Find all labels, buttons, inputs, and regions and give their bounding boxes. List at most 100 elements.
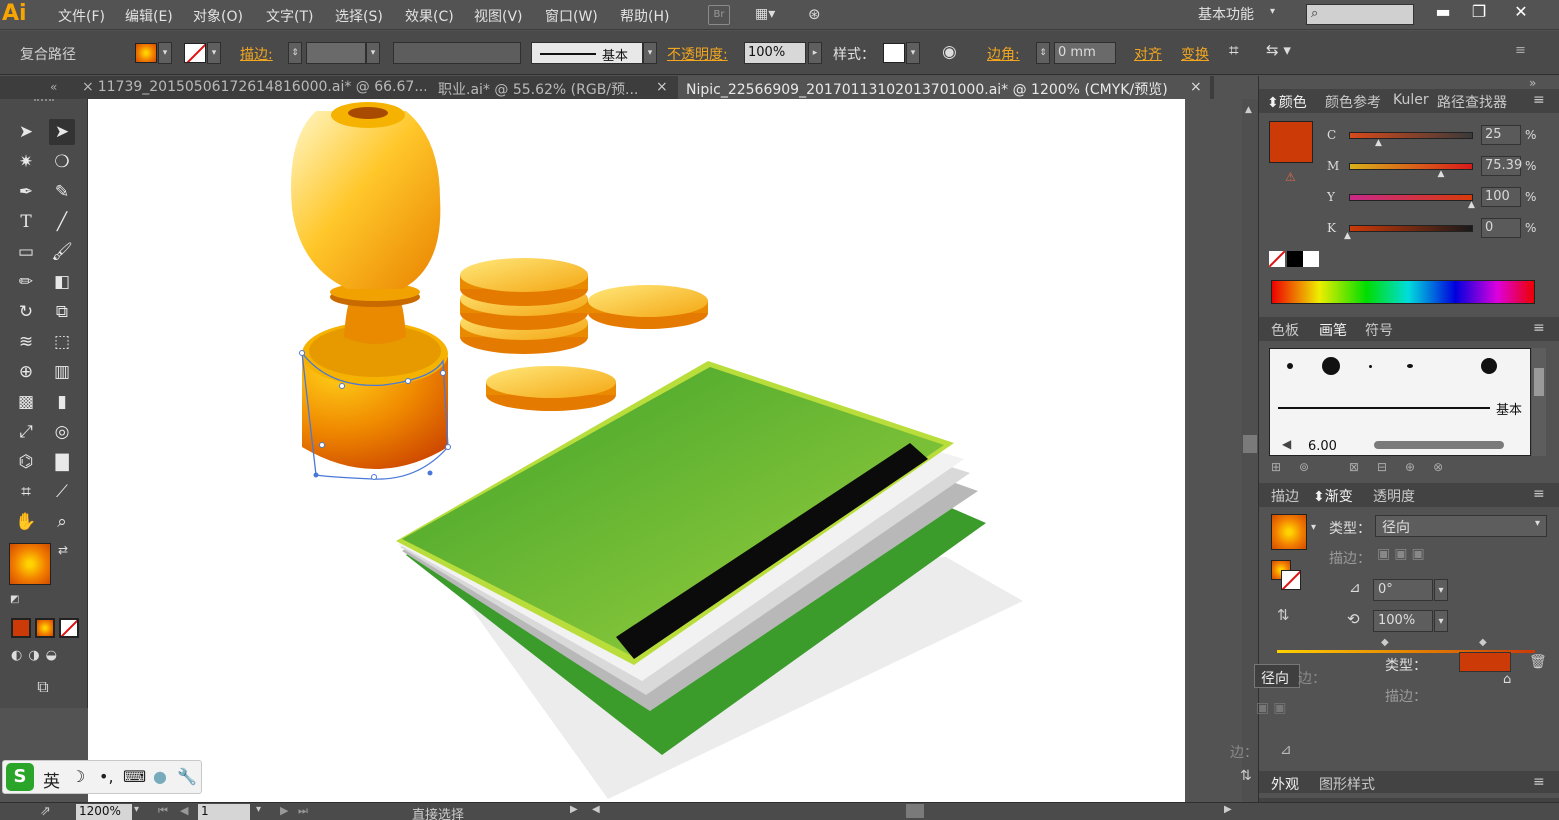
menu-window[interactable]: 窗口(W) [545, 6, 598, 26]
panel-menu-icon[interactable]: ≡ [1533, 92, 1545, 108]
workspace-switcher[interactable]: 基本功能 [1198, 4, 1254, 24]
help-search-input[interactable]: ⌕ [1306, 4, 1414, 25]
tab-close-icon[interactable]: × [656, 79, 668, 95]
symbol-sprayer-tool-icon[interactable]: ⌬ [13, 449, 39, 475]
gradient-ratio-input[interactable]: 100% [1373, 610, 1433, 632]
settings-wrench-icon[interactable]: 🔧 [177, 767, 197, 786]
brush-dot-large[interactable] [1322, 357, 1340, 375]
artboard-number-input[interactable]: 1 [198, 804, 250, 820]
variable-width-profile[interactable] [393, 42, 521, 64]
brush-library[interactable]: 基本 ◀ 6.00 [1269, 348, 1531, 456]
horizontal-scroll-thumb[interactable] [906, 804, 924, 818]
close-window-button[interactable]: ✕ [1502, 2, 1540, 24]
align-link[interactable]: 对齐 [1134, 44, 1162, 64]
menu-type[interactable]: 文字(T) [266, 6, 313, 26]
collapse-dock-icon[interactable]: » [1529, 76, 1536, 90]
brush-stroke-sample[interactable] [1374, 441, 1504, 449]
next-artboard-icon[interactable]: ▶ [280, 804, 288, 817]
brush-basic-line[interactable] [1278, 407, 1490, 409]
rotate-tool-icon[interactable]: ↻ [13, 299, 39, 325]
scale-tool-icon[interactable]: ⧉ [49, 299, 75, 325]
paintbrush-tool-icon[interactable]: 🖌 [49, 239, 75, 265]
scroll-up-icon[interactable]: ▲ [1245, 105, 1252, 115]
artboard-canvas[interactable] [88, 99, 1185, 802]
rectangle-tool-icon[interactable]: ▭ [13, 239, 39, 265]
none-color-swatch[interactable] [1269, 251, 1285, 267]
arrange-documents-icon[interactable]: ▦▾ [755, 6, 787, 24]
opacity-input[interactable]: 100% [744, 42, 806, 64]
brush-scrollbar[interactable] [1532, 348, 1546, 456]
graphic-style-dropdown[interactable]: ▾ [906, 42, 920, 64]
vertical-scrollbar[interactable]: ▲ [1242, 99, 1258, 802]
user-icon[interactable]: ● [153, 767, 167, 786]
pencil-tool-icon[interactable]: ✏ [13, 269, 39, 295]
opacity-arrow-button[interactable]: ▸ [808, 42, 822, 64]
free-transform-tool-icon[interactable]: ⬚ [49, 329, 75, 355]
minimize-button[interactable]: ▬ [1424, 2, 1462, 24]
default-colors-icon[interactable]: ◩ [10, 594, 22, 606]
ime-mode-toggle[interactable]: 英 [43, 767, 60, 792]
tab-document-2[interactable]: 职业.ai* @ 55.62% (RGB/预... [430, 76, 674, 99]
tab-stroke[interactable]: 描边 [1271, 486, 1299, 506]
menu-help[interactable]: 帮助(H) [620, 6, 669, 26]
gradient-mode-button[interactable] [35, 618, 55, 638]
lasso-tool-icon[interactable]: ❍ [49, 149, 75, 175]
input-method-toolbar[interactable]: S 英 ☽ •, ⌨ ● 🔧 [2, 760, 202, 794]
last-artboard-icon[interactable]: ⏭ [298, 804, 308, 818]
menu-edit[interactable]: 编辑(E) [125, 6, 173, 26]
color-spectrum[interactable] [1271, 280, 1535, 304]
punctuation-icon[interactable]: •, [99, 767, 114, 786]
blend-tool-icon[interactable]: ◎ [49, 419, 75, 445]
menu-select[interactable]: 选择(S) [335, 6, 383, 26]
channel-value-k[interactable]: 0 [1481, 218, 1521, 238]
eyedropper-tool-icon[interactable]: ⤢ [13, 419, 39, 445]
scroll-right-icon[interactable]: ▶ [1224, 804, 1232, 815]
recolor-artwork-icon[interactable]: ◉ [942, 42, 964, 64]
tab-gradient[interactable]: ⬍渐变 [1313, 486, 1353, 506]
stroke-dropdown[interactable]: ▾ [207, 42, 221, 64]
swap-fill-stroke-icon[interactable]: ⇄ [58, 543, 76, 557]
eraser-tool-icon[interactable]: ◧ [49, 269, 75, 295]
scroll-thumb[interactable] [1243, 435, 1257, 453]
tab-close-icon[interactable]: × [82, 79, 94, 95]
chevron-down-icon[interactable]: ▾ [1434, 579, 1448, 601]
panel-menu-icon[interactable]: ≡ [1515, 43, 1539, 63]
tab-kuler[interactable]: Kuler [1393, 92, 1429, 108]
panel-menu-icon[interactable]: ≡ [1533, 774, 1545, 790]
delete-stop-icon[interactable]: 🗑 [1529, 654, 1547, 670]
opacity-label[interactable]: 不透明度: [667, 44, 728, 64]
gradient-stop-lock-icon[interactable]: ⌂ [1503, 672, 1511, 687]
stroke-color-swatch[interactable] [184, 43, 206, 63]
fill-dropdown[interactable]: ▾ [158, 42, 172, 64]
chevron-down-icon[interactable]: ▾ [1434, 610, 1448, 632]
brush-scroll-thumb[interactable] [1534, 368, 1544, 396]
chevron-down-icon[interactable]: ▾ [134, 804, 139, 815]
tab-document-1[interactable]: × 11739_20150506172614816000.ai* @ 66.67.… [74, 76, 426, 99]
menu-object[interactable]: 对象(O) [193, 6, 243, 26]
hand-tool-icon[interactable]: ✋ [13, 509, 39, 535]
chevron-down-icon[interactable]: ▾ [1311, 522, 1316, 533]
tab-appearance[interactable]: 外观 [1271, 774, 1299, 794]
keyboard-icon[interactable]: ⌨ [123, 767, 146, 786]
first-artboard-icon[interactable]: ⏮ [158, 804, 168, 818]
brush-dot-small[interactable] [1287, 363, 1293, 369]
menu-effect[interactable]: 效果(C) [405, 6, 454, 26]
tab-pathfinder[interactable]: 路径查找器 [1437, 92, 1507, 112]
width-tool-icon[interactable]: ≋ [13, 329, 39, 355]
previous-artboard-icon[interactable]: ◀ [180, 804, 188, 817]
gradient-angle-input[interactable]: 0° [1373, 579, 1433, 601]
export-icon[interactable]: ⇗ [40, 804, 51, 819]
color-mode-button[interactable] [11, 618, 31, 638]
channel-value-c[interactable]: 25 [1481, 125, 1521, 145]
black-swatch[interactable] [1287, 251, 1303, 267]
tab-transparency[interactable]: 透明度 [1373, 486, 1415, 506]
channel-slider-k[interactable] [1349, 225, 1473, 232]
stroke-weight-input[interactable] [306, 42, 366, 64]
corner-radius-input[interactable]: 0 mm [1054, 42, 1116, 64]
column-graph-tool-icon[interactable]: ▇ [49, 449, 75, 475]
selection-tool-icon[interactable]: ➤ [13, 119, 39, 145]
menu-file[interactable]: 文件(F) [58, 6, 105, 26]
slider-thumb-icon[interactable]: ▲ [1437, 169, 1444, 179]
bridge-icon[interactable]: Br [708, 5, 730, 25]
perspective-grid-tool-icon[interactable]: ▥ [49, 359, 75, 385]
